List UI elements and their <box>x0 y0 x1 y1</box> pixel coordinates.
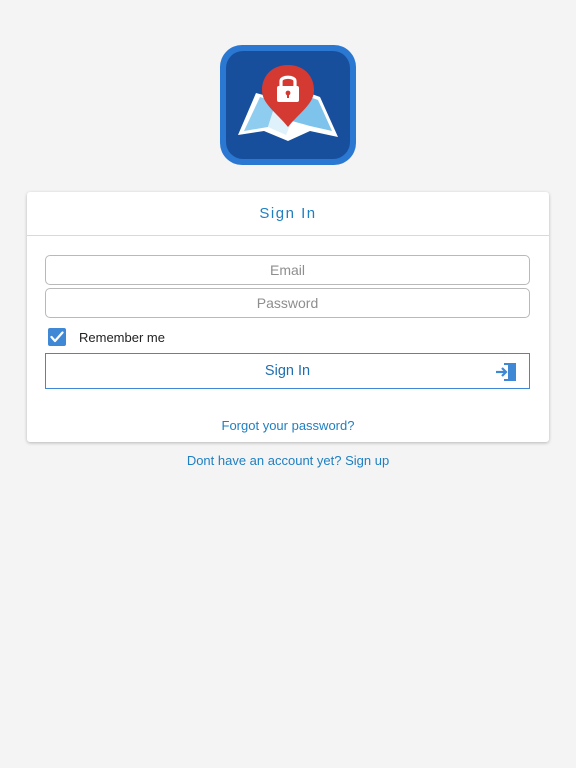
email-field[interactable] <box>45 255 530 285</box>
map-lock-icon <box>220 45 356 165</box>
sign-in-screen: Sign In Remember me Sign In <box>0 0 576 768</box>
sign-in-button[interactable]: Sign In <box>45 353 530 389</box>
card-header: Sign In <box>27 192 549 236</box>
sign-in-card: Sign In Remember me Sign In <box>27 192 549 442</box>
sign-in-button-label: Sign In <box>264 363 311 379</box>
remember-me-label: Remember me <box>79 329 165 345</box>
checkmark-icon <box>50 331 64 343</box>
card-title: Sign In <box>259 205 317 222</box>
password-field[interactable] <box>45 288 530 318</box>
remember-me-checkbox[interactable] <box>48 328 66 346</box>
remember-me-toggle[interactable]: Remember me <box>48 328 165 346</box>
sign-up-link[interactable]: Dont have an account yet? Sign up <box>0 453 576 468</box>
login-door-icon <box>495 362 517 382</box>
forgot-password-link[interactable]: Forgot your password? <box>27 418 549 433</box>
